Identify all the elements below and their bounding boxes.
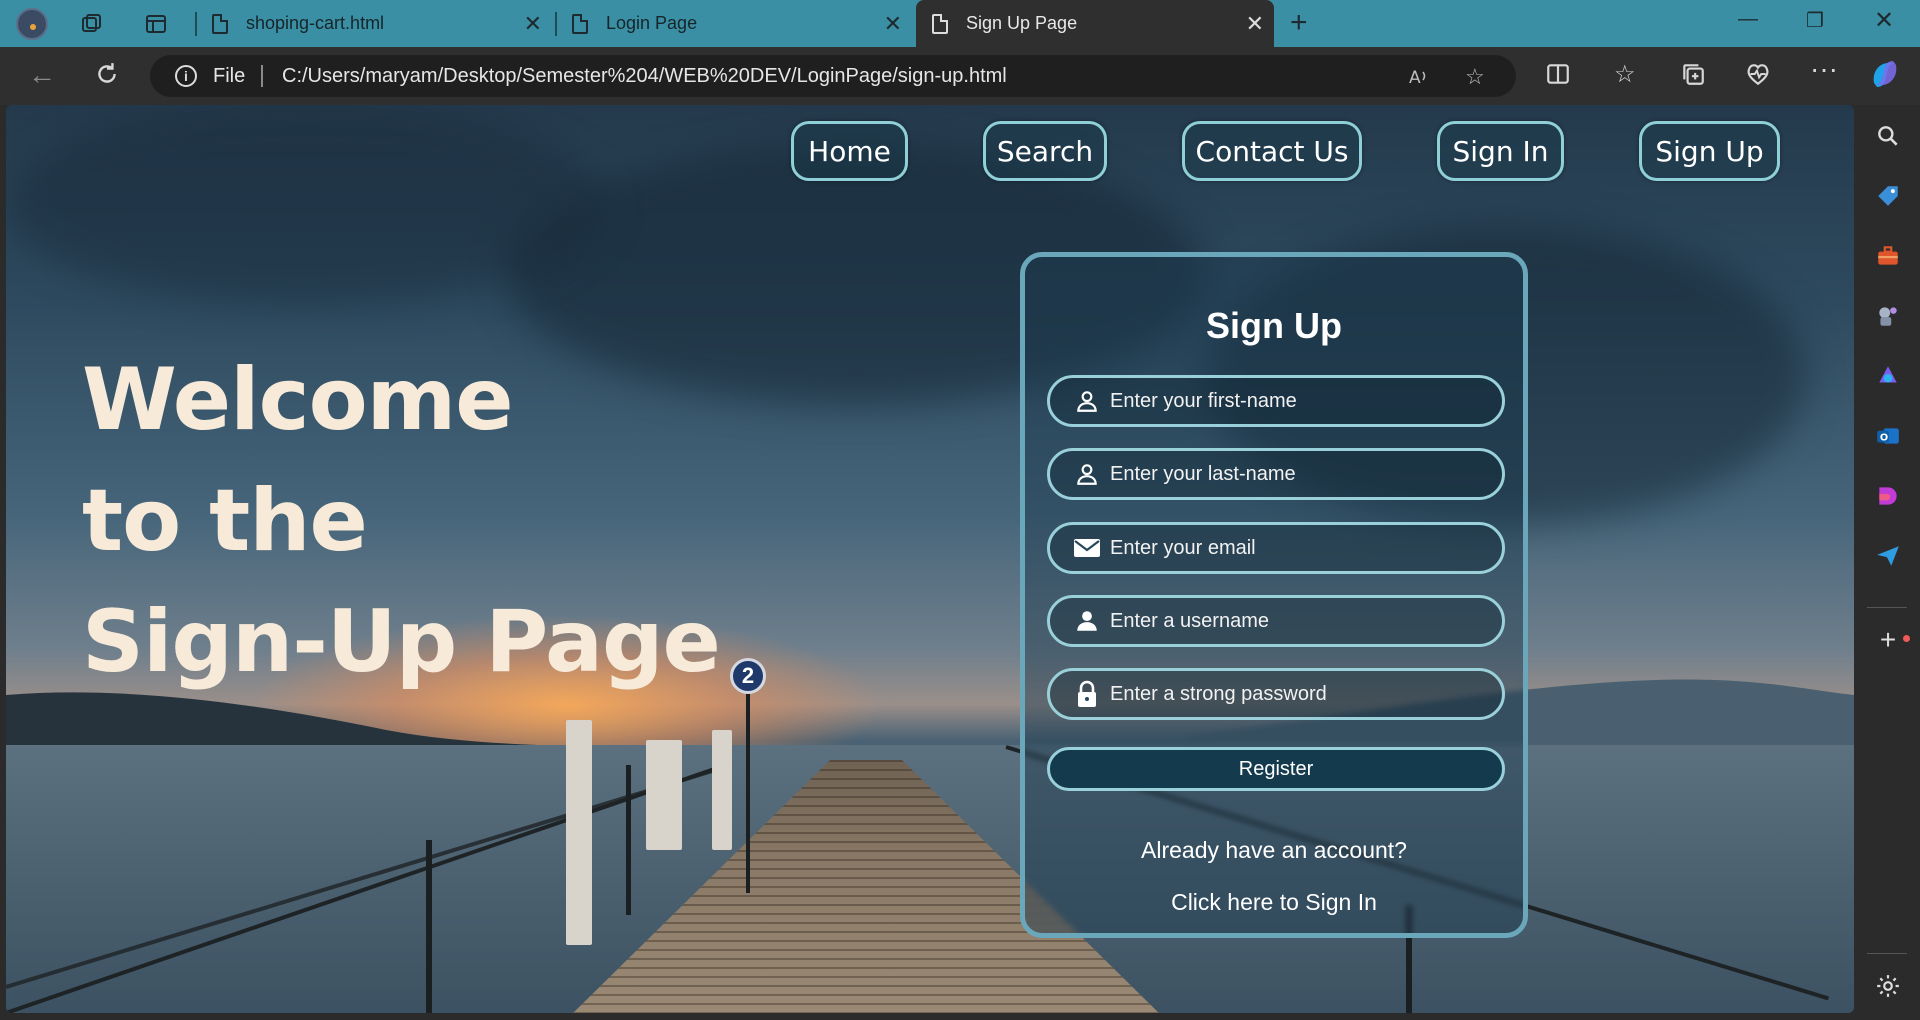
railing-post [626, 765, 631, 915]
browser-toolbar: ← i File C:/Users/maryam/Desktop/Semeste… [0, 47, 1920, 105]
notification-dot [1903, 635, 1910, 642]
email-field[interactable] [1047, 522, 1505, 574]
browser-sidebar: O + [1855, 105, 1920, 1020]
favorites-icon[interactable]: ☆ [1614, 61, 1636, 89]
tools-icon[interactable] [1875, 243, 1901, 269]
star-icon[interactable]: ☆ [1465, 64, 1485, 90]
form-title: Sign Up [1206, 305, 1342, 346]
send-icon[interactable] [1875, 543, 1901, 569]
profile-avatar[interactable] [16, 8, 48, 40]
url-text[interactable]: C:/Users/maryam/Desktop/Semester%204/WEB… [282, 65, 1007, 88]
read-aloud-icon[interactable]: A [1407, 64, 1431, 94]
address-bar[interactable]: i File C:/Users/maryam/Desktop/Semester%… [150, 55, 1516, 97]
password-field[interactable] [1047, 668, 1505, 720]
tab-title: shoping-cart.html [246, 13, 385, 33]
document-icon [572, 13, 588, 34]
nav-home-button[interactable]: Home [791, 121, 908, 181]
more-icon[interactable]: ··· [1810, 55, 1838, 83]
tab-title: Sign Up Page [966, 13, 1078, 33]
document-icon [212, 13, 228, 34]
tab-separator [555, 12, 557, 36]
svg-text:O: O [1880, 432, 1888, 443]
copilot-icon[interactable] [1868, 57, 1902, 98]
email-input[interactable] [1110, 536, 1490, 560]
split-screen-icon[interactable] [1545, 61, 1571, 94]
close-tab-icon[interactable]: ✕ [524, 11, 542, 37]
username-input[interactable] [1110, 609, 1490, 633]
mooring-post [712, 730, 732, 850]
welcome-heading: Welcome to the Sign-Up Page [82, 340, 721, 703]
close-window-icon[interactable]: ✕ [1874, 6, 1894, 35]
nav-sign-in-button[interactable]: Sign In [1437, 121, 1564, 181]
lock-icon [1072, 679, 1102, 709]
sign-in-link[interactable]: Click here to Sign In [1025, 889, 1523, 916]
restore-icon[interactable]: ❐ [1806, 8, 1824, 33]
tab-separator [195, 12, 197, 36]
nav-search-button[interactable]: Search [983, 121, 1107, 181]
new-tab-icon[interactable]: + [1290, 8, 1308, 38]
refresh-icon[interactable] [94, 61, 120, 94]
password-input[interactable] [1110, 682, 1490, 706]
envelope-icon [1072, 533, 1102, 563]
user-icon [1072, 606, 1102, 636]
last-name-input[interactable] [1110, 462, 1490, 486]
welcome-line-3: Sign-Up Page [82, 592, 721, 692]
back-icon[interactable]: ← [28, 61, 56, 89]
first-name-input[interactable] [1110, 389, 1490, 413]
tab-shopping-cart[interactable]: shoping-cart.html ✕ [212, 0, 552, 47]
shopping-tag-icon[interactable] [1875, 183, 1901, 209]
browser-tab-strip: shoping-cart.html ✕ Login Page ✕ Sign Up… [0, 0, 1920, 47]
nav-contact-button[interactable]: Contact Us [1182, 121, 1362, 181]
first-name-field[interactable] [1047, 375, 1505, 427]
svg-text:A: A [1409, 68, 1421, 88]
sign-pole [746, 693, 750, 893]
last-name-field[interactable] [1047, 448, 1505, 500]
railing-post [426, 840, 432, 1013]
search-icon[interactable] [1875, 123, 1901, 149]
sidebar-divider [1867, 953, 1907, 954]
document-icon [932, 13, 948, 34]
tab-sign-up-page[interactable]: Sign Up Page ✕ [916, 0, 1274, 47]
mooring-post [566, 720, 592, 945]
sign-up-form: Sign Up Enter your first-name Enter your… [1020, 252, 1528, 938]
browser-essentials-icon[interactable] [1745, 61, 1771, 94]
scheme-label: File [213, 65, 246, 87]
url-separator [261, 65, 263, 87]
minimize-icon[interactable]: — [1738, 8, 1758, 31]
settings-icon[interactable] [1875, 973, 1901, 999]
copilot-sidebar-icon[interactable] [1875, 363, 1901, 389]
username-field[interactable] [1047, 595, 1505, 647]
sidebar-divider [1867, 607, 1907, 608]
mooring-post [646, 740, 682, 850]
welcome-line-1: Welcome [82, 350, 514, 450]
collections-icon[interactable] [1680, 61, 1706, 94]
register-button[interactable]: Register [1047, 747, 1505, 791]
close-tab-icon[interactable]: ✕ [1246, 11, 1264, 37]
site-info-icon[interactable]: i [175, 65, 197, 87]
close-tab-icon[interactable]: ✕ [884, 11, 902, 37]
vertical-tabs-icon[interactable] [140, 8, 172, 40]
pier-number-sign: 2 [730, 658, 766, 694]
page-viewport: 2 Home Search Contact Us Sign In Sign Up… [6, 105, 1854, 1013]
tab-login-page[interactable]: Login Page ✕ [572, 0, 912, 47]
nav-sign-up-button[interactable]: Sign Up [1639, 121, 1780, 181]
designer-icon[interactable] [1875, 483, 1901, 509]
games-icon[interactable] [1875, 303, 1901, 329]
user-icon [1072, 459, 1102, 489]
outlook-icon[interactable]: O [1875, 423, 1901, 449]
tab-title: Login Page [606, 13, 698, 33]
welcome-line-2: to the [82, 471, 368, 571]
workspaces-icon[interactable] [76, 8, 108, 40]
already-have-account-text: Already have an account? [1141, 837, 1407, 863]
user-icon [1072, 386, 1102, 416]
add-sidebar-icon[interactable]: + [1875, 626, 1901, 654]
background-cloud [6, 105, 606, 305]
